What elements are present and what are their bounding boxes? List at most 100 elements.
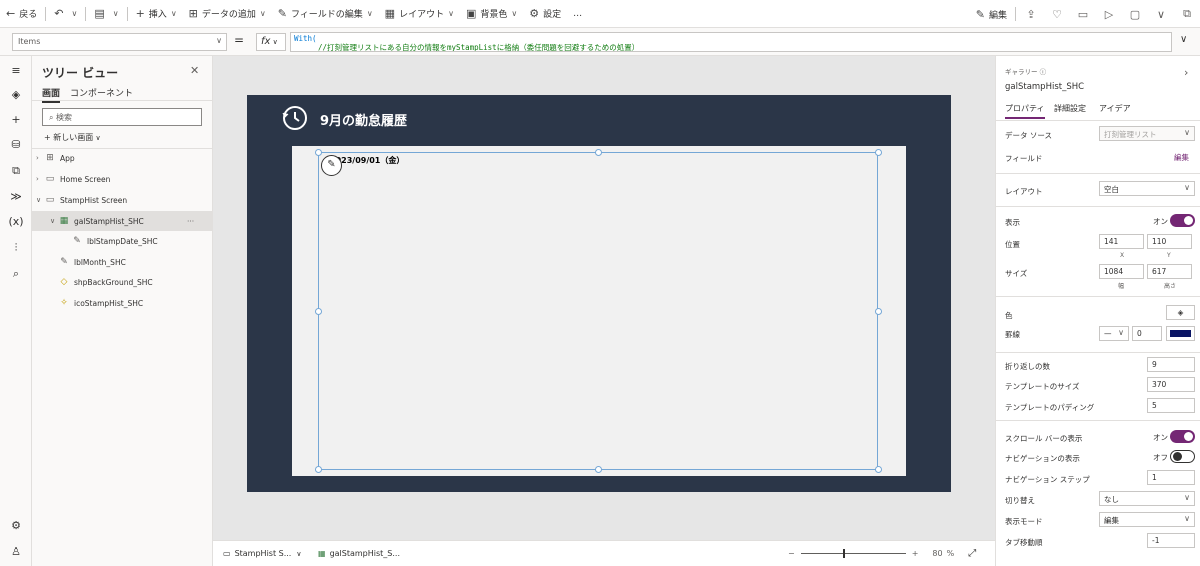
tab-properties[interactable]: プロパティ <box>1005 103 1045 119</box>
settings-button[interactable]: ⚙ 設定 <box>523 0 567 28</box>
gallery-selection[interactable] <box>315 149 882 473</box>
equals-sign: = <box>234 33 245 47</box>
layout-dropdown[interactable]: 空白 ∨ <box>1099 181 1195 196</box>
tree-node-icostamphist[interactable]: ✧ icoStampHist_SHC <box>32 293 213 313</box>
tree-search-input[interactable]: ⌕ 検索 <box>42 108 202 126</box>
navigation-step-input[interactable]: 1 <box>1147 470 1195 485</box>
divider <box>45 6 47 21</box>
wrap-count-input[interactable]: 9 <box>1147 357 1195 372</box>
tab-index-input[interactable]: -1 <box>1147 533 1195 548</box>
account-icon[interactable]: ♙ <box>0 545 32 558</box>
chevron-down-icon: ∨ <box>1184 514 1190 523</box>
layers-icon[interactable]: ◈ <box>0 88 32 101</box>
breadcrumb-gallery[interactable]: ▦ galStampHist_S... <box>318 549 400 558</box>
tools-icon[interactable]: ⫶ <box>0 241 32 255</box>
property-dropdown[interactable]: Items ∨ <box>12 33 227 51</box>
hamburger-icon[interactable]: ≡ <box>0 64 32 77</box>
x-caption: X <box>1120 252 1125 259</box>
tree-node-gallery[interactable]: ∨ ▦ galStampHist_SHC ··· <box>32 211 213 231</box>
resize-handle[interactable] <box>875 466 882 473</box>
tree-node-shpbackground[interactable]: ◇ shpBackGround_SHC <box>32 272 213 292</box>
resize-handle[interactable] <box>315 466 322 473</box>
history-icon[interactable] <box>281 104 309 132</box>
position-x-input[interactable]: 141 <box>1099 234 1144 249</box>
share-icon[interactable]: ⇪ <box>1018 0 1044 28</box>
resize-handle[interactable] <box>595 149 602 156</box>
close-icon[interactable]: ✕ <box>190 64 199 77</box>
zoom-unit: % <box>946 549 955 558</box>
resize-handle[interactable] <box>875 149 882 156</box>
resize-handle[interactable] <box>315 149 322 156</box>
control-type: ギャラリー ⓘ <box>1005 68 1047 76</box>
fields-edit-link[interactable]: 編集 <box>1174 152 1189 163</box>
fill-color-picker[interactable]: ◈ <box>1166 305 1195 320</box>
resize-handle[interactable] <box>595 466 602 473</box>
edit-button[interactable]: ✎ 編集 <box>970 0 1013 28</box>
help-icon[interactable]: ⓘ <box>1040 68 1047 76</box>
fit-to-window-icon[interactable]: ⤢ <box>968 548 976 559</box>
tree-node-stamphist-screen[interactable]: ∨ ▭ StampHist Screen <box>32 190 213 210</box>
stethoscope-icon[interactable]: ♡ <box>1044 0 1070 28</box>
display-mode-dropdown[interactable]: 編集 ∨ <box>1099 512 1195 527</box>
undo-button[interactable]: ↶ ∨ <box>48 0 83 28</box>
border-style-dropdown[interactable]: — ∨ <box>1099 326 1129 341</box>
more-options-icon[interactable]: ··· <box>187 217 194 226</box>
layout-icon: ▦ <box>384 7 396 20</box>
power-automate-icon[interactable]: ≫ <box>0 190 32 203</box>
add-data-button[interactable]: ⊞ データの追加 ∨ <box>183 0 272 28</box>
tree-node-app[interactable]: › ⊞ App <box>32 148 213 168</box>
chevron-right-icon[interactable]: › <box>1184 66 1188 79</box>
border-color-picker[interactable] <box>1166 326 1195 341</box>
tree-node-lblstampdate[interactable]: ✎ lblStampDate_SHC <box>32 231 213 251</box>
tab-components[interactable]: コンポーネント <box>70 86 133 99</box>
position-y-input[interactable]: 110 <box>1147 234 1192 249</box>
formula-input[interactable]: With(//打刻管理リストにある自分の情報をmyStampListに格納（委任… <box>290 32 1172 52</box>
zoom-in-button[interactable]: + <box>912 549 919 558</box>
width-input[interactable]: 1084 <box>1099 264 1144 279</box>
tree-node-lblmonth[interactable]: ✎ lblMonth_SHC <box>32 252 213 272</box>
more-button[interactable]: … <box>567 0 588 28</box>
tab-ideas[interactable]: アイデア <box>1099 103 1131 114</box>
chevron-down-icon[interactable]: ∨ <box>1148 0 1174 28</box>
edit-template-icon[interactable]: ✎ <box>321 155 342 176</box>
resize-handle[interactable] <box>875 308 882 315</box>
tree-node-home-screen[interactable]: › ▭ Home Screen <box>32 169 213 189</box>
breadcrumb-screen[interactable]: ▭ StampHist S... ∨ <box>223 549 301 558</box>
play-icon[interactable]: ▷ <box>1096 0 1122 28</box>
transition-dropdown[interactable]: なし ∨ <box>1099 491 1195 506</box>
plus-icon[interactable]: + <box>0 113 32 126</box>
resize-handle[interactable] <box>315 308 322 315</box>
edit-fields-button[interactable]: ✎ フィールドの編集 ∨ <box>272 0 379 28</box>
database-icon[interactable]: ⛁ <box>0 138 32 151</box>
navigation-toggle[interactable] <box>1170 450 1195 463</box>
height-input[interactable]: 617 <box>1147 264 1192 279</box>
tab-advanced[interactable]: 詳細設定 <box>1054 103 1086 114</box>
insert-button[interactable]: + 挿入 ∨ <box>130 0 183 28</box>
publish-icon[interactable]: ⧉ <box>1174 0 1200 28</box>
datasource-dropdown[interactable]: 打刻管理リスト ∨ <box>1099 126 1195 141</box>
zoom-slider-thumb[interactable] <box>842 549 845 558</box>
template-size-input[interactable]: 370 <box>1147 377 1195 392</box>
scrollbar-toggle[interactable] <box>1170 430 1195 443</box>
media-icon[interactable]: ⧉ <box>0 164 32 178</box>
bg-color-button[interactable]: ▣ 背景色 ∨ <box>460 0 523 28</box>
paste-button[interactable]: ▤ ∨ <box>88 0 124 28</box>
search-icon[interactable]: ⌕ <box>0 267 32 281</box>
visible-toggle[interactable] <box>1170 214 1195 227</box>
border-width-input[interactable]: 0 <box>1132 326 1162 341</box>
save-icon[interactable]: ▢ <box>1122 0 1148 28</box>
datasource-label: データ ソース <box>1005 131 1053 140</box>
zoom-slider[interactable] <box>800 549 906 558</box>
comment-icon[interactable]: ▭ <box>1070 0 1096 28</box>
fx-button[interactable]: fx ∨ <box>256 33 286 51</box>
variables-icon[interactable]: (x) <box>0 215 32 228</box>
label-icon: ✎ <box>60 257 68 267</box>
new-screen-button[interactable]: + 新しい画面 ∨ <box>44 132 101 143</box>
back-button[interactable]: ← 戻る <box>0 0 43 28</box>
template-padding-input[interactable]: 5 <box>1147 398 1195 413</box>
layout-button[interactable]: ▦ レイアウト ∨ <box>379 0 460 28</box>
expand-formula-icon[interactable]: ∨ <box>1180 34 1187 45</box>
gear-icon[interactable]: ⚙ <box>0 519 32 532</box>
zoom-out-button[interactable]: − <box>788 549 795 558</box>
chevron-down-icon: ∨ <box>270 38 278 46</box>
